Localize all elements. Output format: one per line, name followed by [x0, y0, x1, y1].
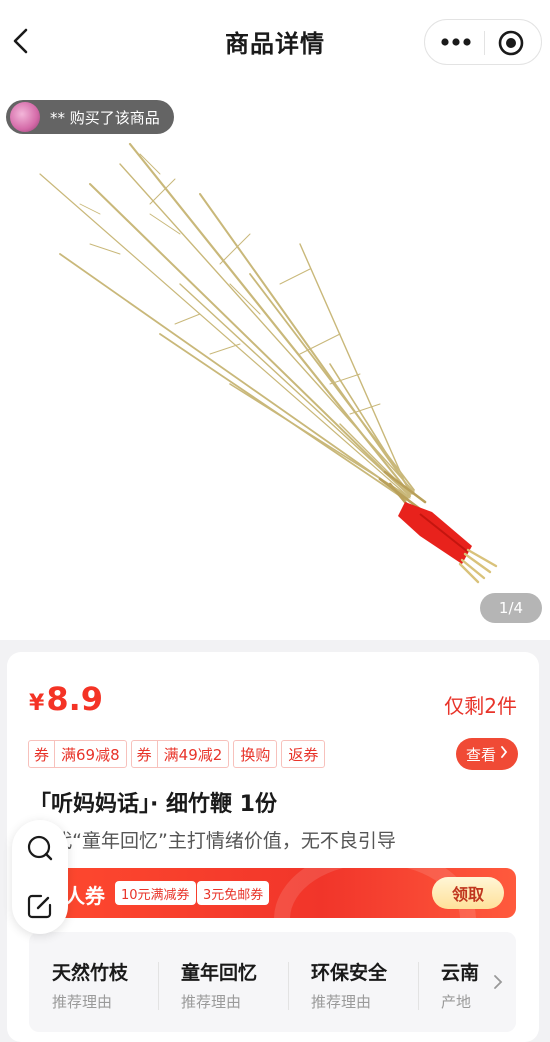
- claim-coupon-button[interactable]: 领取: [432, 877, 504, 909]
- top-nav-bar: 商品详情: [0, 0, 550, 84]
- product-description: 90代“童年回忆”主打情绪价值，无不良引导: [29, 830, 396, 852]
- view-promotions-button[interactable]: 查看: [456, 738, 518, 770]
- coupon-chip: 10元满减券: [115, 881, 196, 905]
- chevron-right-icon[interactable]: [480, 932, 516, 1032]
- capsule-divider: [484, 31, 485, 55]
- product-title: 「听妈妈话」· 细竹鞭 1份: [29, 792, 277, 817]
- promo-tag[interactable]: 返券: [281, 740, 326, 768]
- mini-program-capsule: [424, 19, 542, 65]
- promo-tag[interactable]: 券 满49减2: [130, 740, 230, 768]
- recent-buyer-badge: ** 购买了该商品: [6, 100, 174, 134]
- reason-subtitle: 推荐理由: [311, 993, 372, 1011]
- search-icon[interactable]: [26, 834, 54, 862]
- reason-subtitle: 推荐理由: [52, 993, 113, 1011]
- view-button-label: 查看: [465, 745, 496, 764]
- promo-tag-text: 满69减8: [61, 745, 120, 764]
- reason-item: 童年回忆 推荐理由: [181, 958, 301, 1012]
- coupon-chip: 3元免邮券: [197, 881, 270, 905]
- recommendation-reasons[interactable]: 天然竹枝 推荐理由 童年回忆 推荐理由 环保安全 推荐理由 云南 产地: [29, 932, 516, 1032]
- reason-subtitle: 推荐理由: [181, 993, 242, 1011]
- price-currency: ¥: [29, 691, 45, 716]
- promo-tag-text: 返券: [288, 745, 319, 764]
- edit-note-icon[interactable]: [26, 892, 54, 920]
- price-value: 8.9: [46, 680, 103, 718]
- price: ¥ 8.9: [29, 680, 103, 718]
- reason-divider: [288, 962, 289, 1010]
- promo-tag[interactable]: 换购: [233, 740, 278, 768]
- product-image-carousel[interactable]: ** 购买了该商品 1/4: [0, 84, 550, 640]
- promo-tag-text: 换购: [240, 745, 271, 764]
- floating-tools-panel: [12, 820, 68, 934]
- new-user-coupon-bar[interactable]: 人券 10元满减券 3元免邮券 领取: [29, 868, 516, 918]
- reason-title: 童年回忆: [181, 962, 258, 984]
- reason-title: 环保安全: [311, 962, 388, 984]
- reason-title: 天然竹枝: [52, 962, 129, 984]
- reason-divider: [418, 962, 419, 1010]
- reason-item: 环保安全 推荐理由: [311, 958, 431, 1012]
- promo-tags: 券 满69减8 券 满49减2 换购 返券: [28, 740, 329, 768]
- more-options-icon[interactable]: [439, 32, 473, 52]
- chevron-right-icon: [500, 746, 508, 762]
- product-image: [39, 142, 498, 584]
- product-info-card: ¥ 8.9 仅剩2件 券 满69减8 券 满49减2 换购 返券 查看 「听妈妈…: [7, 652, 539, 1042]
- reason-divider: [158, 962, 159, 1010]
- promo-tag-text: 满49减2: [163, 745, 223, 764]
- coupon-bar-label: 人券: [65, 884, 105, 908]
- avatar: [10, 102, 40, 132]
- promo-tag[interactable]: 券 满69减8: [28, 740, 127, 768]
- stock-remaining: 仅剩2件: [444, 694, 517, 718]
- coupon-tag-prefix: 券: [132, 741, 158, 767]
- image-page-indicator: 1/4: [480, 593, 542, 623]
- reason-item: 天然竹枝 推荐理由: [52, 958, 172, 1012]
- coupon-tag-prefix: 券: [29, 741, 56, 767]
- close-mini-program-icon[interactable]: [497, 29, 525, 57]
- buyer-notice-text: ** 购买了该商品: [50, 108, 160, 127]
